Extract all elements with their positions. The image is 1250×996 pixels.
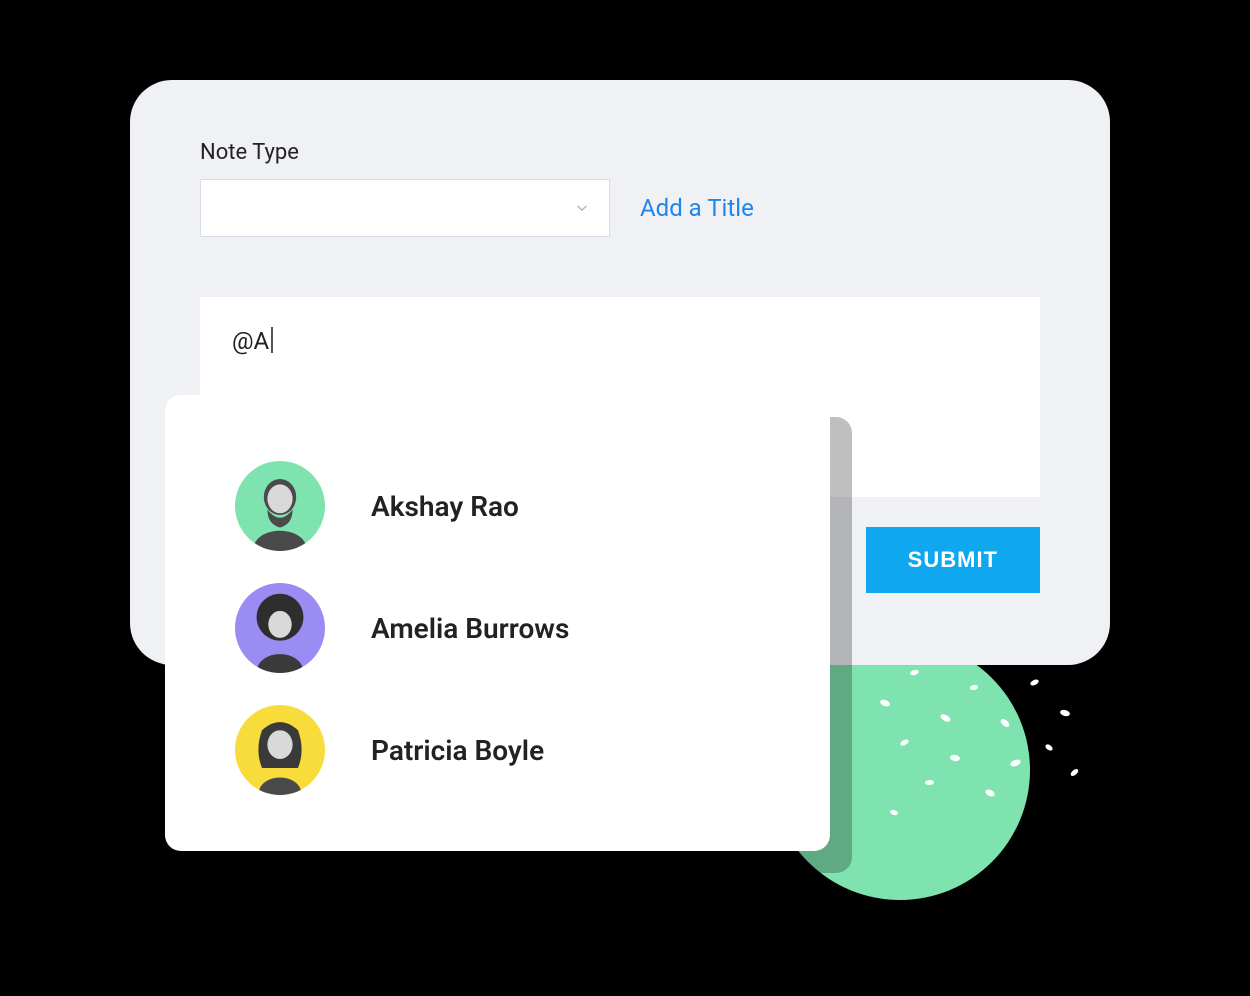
mention-name: Patricia Boyle bbox=[371, 734, 544, 767]
person-icon bbox=[235, 461, 325, 551]
submit-button[interactable]: SUBMIT bbox=[866, 527, 1040, 593]
person-icon bbox=[235, 705, 325, 795]
chevron-down-icon bbox=[573, 199, 591, 217]
avatar bbox=[235, 583, 325, 673]
mention-name: Akshay Rao bbox=[371, 490, 519, 523]
note-type-row: Add a Title bbox=[200, 179, 1040, 237]
note-type-label: Note Type bbox=[200, 140, 1040, 165]
mention-item[interactable]: Patricia Boyle bbox=[165, 689, 830, 811]
mention-item[interactable]: Amelia Burrows bbox=[165, 567, 830, 689]
mention-item[interactable]: Akshay Rao bbox=[165, 445, 830, 567]
mention-popover: Akshay Rao Amelia Burrows Patricia Boyle bbox=[165, 395, 830, 851]
add-title-link[interactable]: Add a Title bbox=[640, 194, 754, 222]
text-cursor bbox=[271, 327, 273, 353]
note-type-select[interactable] bbox=[200, 179, 610, 237]
person-icon bbox=[235, 583, 325, 673]
note-body-text: @A bbox=[232, 327, 269, 355]
avatar bbox=[235, 461, 325, 551]
mention-name: Amelia Burrows bbox=[371, 612, 569, 645]
avatar bbox=[235, 705, 325, 795]
